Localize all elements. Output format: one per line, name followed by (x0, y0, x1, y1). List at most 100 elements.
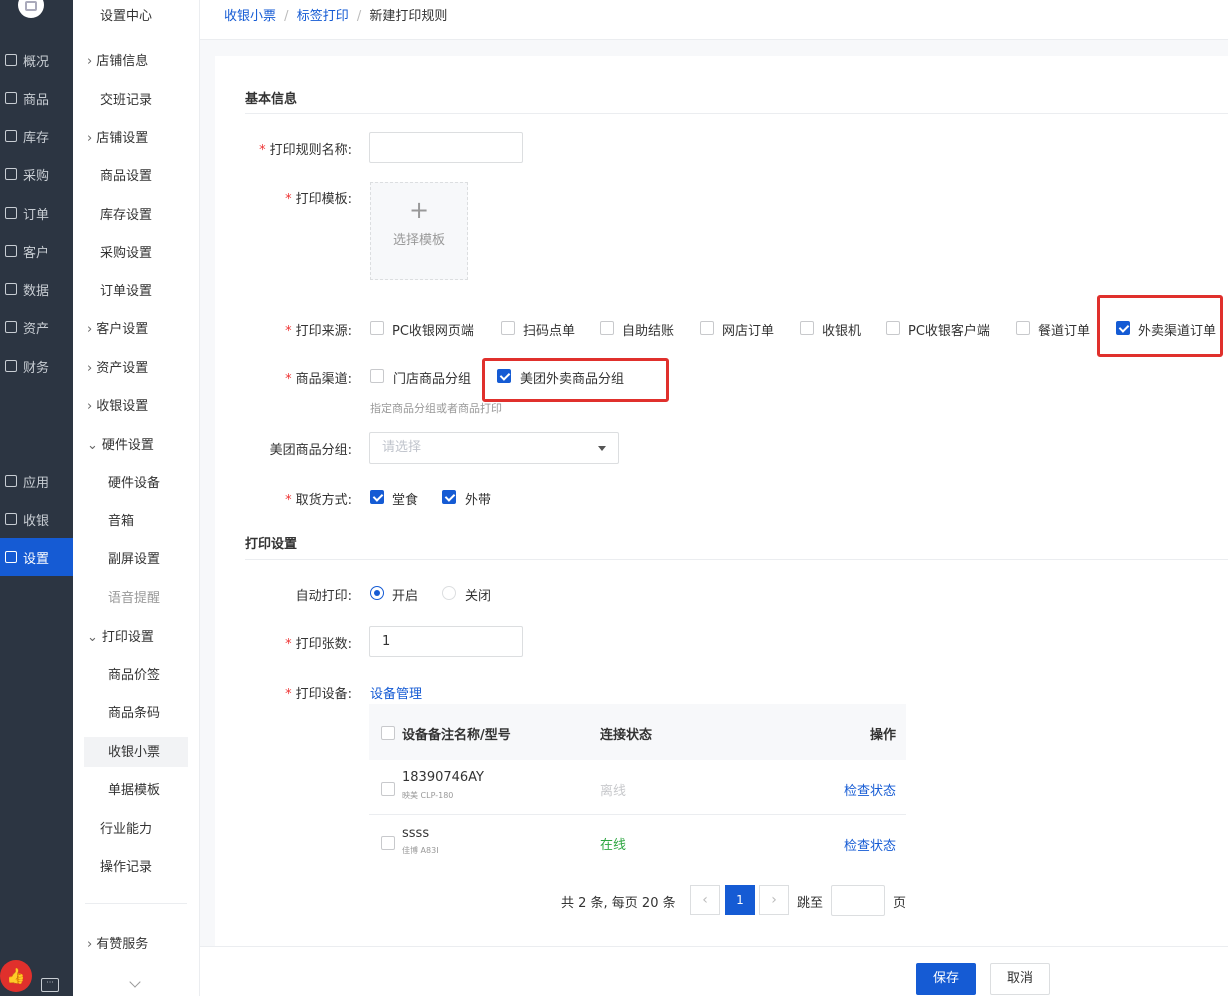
next-page-button[interactable]: › (759, 885, 789, 915)
subnav-item-4[interactable]: 商品设置 (100, 165, 152, 184)
save-button[interactable]: 保存 (916, 963, 976, 995)
nav-item-10[interactable]: 应用 (0, 462, 73, 500)
subnav-item-5[interactable]: 库存设置 (100, 204, 152, 223)
subnav-item-22[interactable]: 操作记录 (100, 856, 152, 875)
chevron-down-icon[interactable] (129, 976, 141, 988)
device-status: 在线 (600, 838, 627, 853)
nav-item-label: 库存 (23, 131, 50, 146)
nav-item-4[interactable]: 采购 (0, 155, 73, 193)
channel-checkbox-store[interactable] (370, 369, 384, 383)
store-avatar[interactable] (18, 0, 44, 18)
subnav-item-10[interactable]: › 收银设置 (87, 395, 148, 414)
pickup-label-dine-in[interactable]: 堂食 (392, 489, 418, 508)
pickup-label-takeaway[interactable]: 外带 (465, 489, 491, 508)
subnav-item-label: 语音提醒 (108, 591, 161, 606)
meituan-group-select[interactable]: 请选择 (369, 432, 619, 464)
source-label-1[interactable]: PC收银网页端 (392, 320, 474, 339)
subnav-item-16[interactable]: ⌄ 打印设置 (87, 626, 154, 645)
chevron-down-icon: ⌄ (87, 630, 98, 645)
auto-print-radio-on[interactable] (370, 586, 384, 600)
source-label-6[interactable]: PC收银客户端 (908, 320, 990, 339)
auto-print-off-label[interactable]: 关闭 (465, 585, 491, 604)
device-status: 离线 (600, 784, 627, 799)
nav-item-label: 财务 (23, 361, 50, 376)
prev-page-button[interactable]: ‹ (690, 885, 720, 915)
nav-item-6[interactable]: 客户 (0, 232, 73, 270)
subnav-item-1[interactable]: › 店铺信息 (87, 50, 148, 69)
device-model: 映美 CLP-180 (402, 791, 454, 800)
auto-print-radio-off[interactable] (442, 586, 456, 600)
nav-item-9[interactable]: 财务 (0, 347, 73, 385)
subnav-item-9[interactable]: › 资产设置 (87, 357, 148, 376)
subnav-item-18[interactable]: 商品条码 (108, 702, 160, 721)
subnav-item-service[interactable]: › 有赞服务 (87, 933, 148, 952)
source-label-3[interactable]: 自助结账 (622, 320, 674, 339)
subnav-item-17[interactable]: 商品价签 (108, 664, 160, 683)
col-action-header: 操作 (869, 728, 896, 743)
source-label-7[interactable]: 餐道订单 (1038, 320, 1090, 339)
like-icon[interactable]: 👍 (0, 960, 32, 992)
subnav-item-20[interactable]: 单据模板 (108, 779, 160, 798)
caret-down-icon (598, 446, 606, 451)
auto-print-on-label[interactable]: 开启 (392, 585, 418, 604)
source-label-5[interactable]: 收银机 (822, 320, 861, 339)
nav-item-2[interactable]: 商品 (0, 79, 73, 117)
subnav-item-label: 单据模板 (108, 783, 161, 798)
check-status-link[interactable]: 检查状态 (844, 835, 896, 854)
row-checkbox[interactable] (381, 836, 395, 850)
subnav-item-21[interactable]: 行业能力 (100, 818, 152, 837)
chevron-right-icon: › (87, 54, 93, 69)
nav-item-3[interactable]: 库存 (0, 117, 73, 155)
subnav-item-13[interactable]: 音箱 (108, 510, 134, 529)
rule-name-input[interactable] (369, 132, 523, 163)
print-count-input[interactable]: 1 (369, 626, 523, 657)
form-panel: 基本信息 * 打印规则名称: * 打印模板: + 选择模板 * 打印来源: PC收银网… (215, 56, 1228, 946)
nav-item-8[interactable]: 资产 (0, 308, 73, 346)
source-checkbox-6[interactable] (886, 321, 900, 335)
breadcrumb-link-label-print[interactable]: 标签打印 (297, 9, 349, 24)
nav-item-1[interactable]: 概况 (0, 41, 73, 79)
chat-icon[interactable]: ··· (41, 978, 59, 992)
subnav-item-label: 店铺设置 (96, 131, 149, 146)
subnav-item-11[interactable]: ⌄ 硬件设置 (87, 434, 154, 453)
subnav-item-14[interactable]: 副屏设置 (108, 548, 160, 567)
select-all-checkbox[interactable] (381, 726, 395, 740)
breadcrumb-link-receipt[interactable]: 收银小票 (224, 9, 276, 24)
highlight-takeaway-source (1097, 295, 1223, 357)
subnav-item-8[interactable]: › 客户设置 (87, 318, 148, 337)
page-button-1[interactable]: 1 (725, 885, 755, 915)
monitor-icon (5, 54, 17, 66)
subnav-item-19[interactable]: 收银小票 (84, 737, 188, 767)
table-header: 设备备注名称/型号 连接状态 操作 (369, 704, 906, 760)
section-title-basic: 基本信息 (245, 92, 298, 107)
row-checkbox[interactable] (381, 782, 395, 796)
select-template-box[interactable]: + 选择模板 (370, 182, 468, 280)
device-management-link[interactable]: 设备管理 (370, 683, 422, 702)
cancel-button[interactable]: 取消 (990, 963, 1050, 995)
source-checkbox-1[interactable] (370, 321, 384, 335)
subnav-item-6[interactable]: 采购设置 (100, 242, 152, 261)
nav-item-11[interactable]: 收银 (0, 500, 73, 538)
check-status-link[interactable]: 检查状态 (844, 780, 896, 799)
source-checkbox-2[interactable] (501, 321, 515, 335)
nav-item-5[interactable]: 订单 (0, 194, 73, 232)
channel-label-store[interactable]: 门店商品分组 (393, 368, 471, 387)
source-checkbox-7[interactable] (1016, 321, 1030, 335)
nav-item-12[interactable]: 设置 (0, 538, 73, 576)
subnav-item-2[interactable]: 交班记录 (100, 89, 152, 108)
pickup-checkbox-dine-in[interactable] (370, 490, 384, 504)
source-checkbox-5[interactable] (800, 321, 814, 335)
source-label-4[interactable]: 网店订单 (722, 320, 774, 339)
subnav-item-7[interactable]: 订单设置 (100, 280, 152, 299)
subnav-item-15[interactable]: 语音提醒 (108, 587, 160, 606)
subnav-item-12[interactable]: 硬件设备 (108, 472, 160, 491)
nav-item-7[interactable]: 数据 (0, 270, 73, 308)
goto-page-input[interactable] (831, 885, 885, 916)
section-divider (245, 559, 1228, 560)
source-label-2[interactable]: 扫码点单 (523, 320, 575, 339)
subnav-item-label: 商品条码 (108, 706, 161, 721)
source-checkbox-3[interactable] (600, 321, 614, 335)
source-checkbox-4[interactable] (700, 321, 714, 335)
subnav-item-3[interactable]: › 店铺设置 (87, 127, 148, 146)
pickup-checkbox-takeaway[interactable] (442, 490, 456, 504)
